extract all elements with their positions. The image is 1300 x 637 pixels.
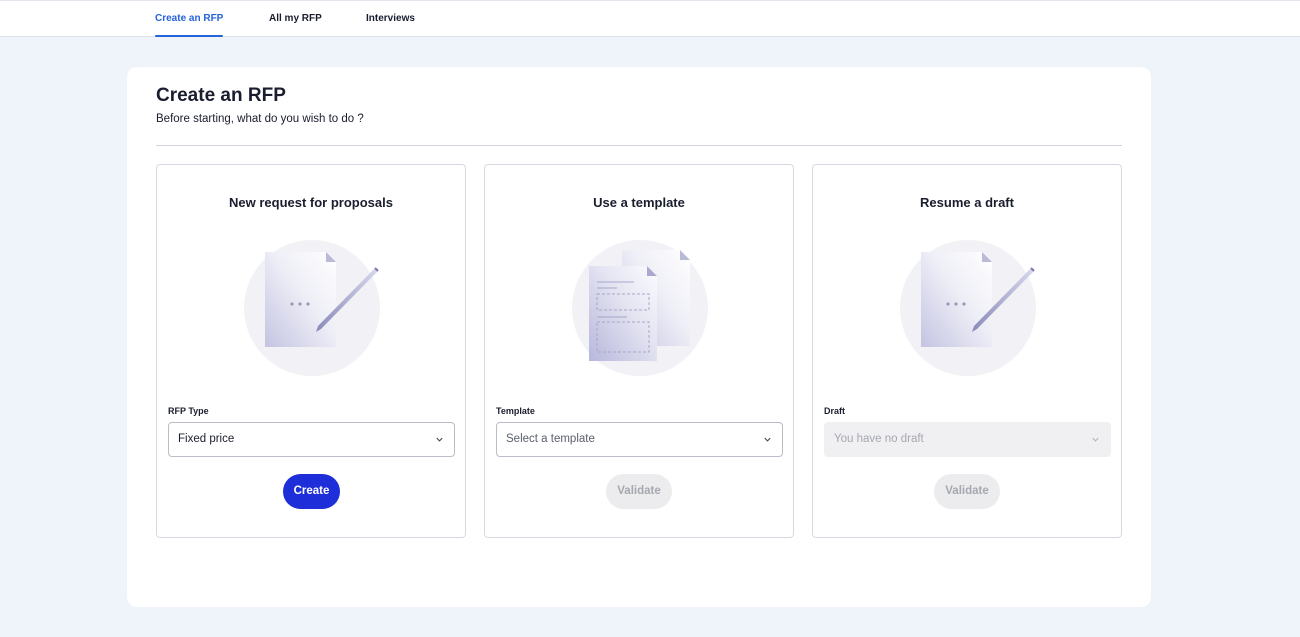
template-select[interactable]: Select a template [496,422,783,457]
draft-label: Draft [824,406,846,416]
rfp-type-select[interactable]: Fixed price [168,422,455,457]
stacked-templates-illustration [572,240,708,376]
tab-create-rfp[interactable]: Create an RFP [155,1,224,37]
divider [156,145,1122,146]
chevron-down-icon [1092,437,1099,442]
template-placeholder: Select a template [506,433,595,445]
option-title: Use a template [593,195,685,210]
tab-interviews[interactable]: Interviews [366,1,415,37]
chevron-down-icon [764,437,771,442]
draft-placeholder: You have no draft [834,433,924,445]
rfp-type-value: Fixed price [178,433,235,445]
option-title: Resume a draft [920,195,1014,210]
tab-all-my-rfp[interactable]: All my RFP [269,1,322,37]
option-new-rfp: New request for proposals RFP Type Fixed… [156,164,466,538]
draft-select[interactable]: You have no draft [824,422,1111,457]
create-button[interactable]: Create [283,474,340,509]
page-title: Create an RFP [156,85,286,106]
top-navigation: Create an RFP All my RFP Interviews [0,0,1300,37]
option-use-template: Use a template Template Select a templat… [484,164,794,538]
option-resume-draft: Resume a draft Draft You have no draft V… [812,164,1122,538]
chevron-down-icon [436,437,443,442]
document-with-pen-illustration [900,240,1036,376]
option-title: New request for proposals [229,195,393,210]
document-with-pen-illustration [244,240,380,376]
rfp-type-label: RFP Type [168,406,209,416]
page-subtitle: Before starting, what do you wish to do … [156,113,364,125]
validate-draft-button[interactable]: Validate [934,474,1000,509]
validate-template-button[interactable]: Validate [606,474,672,509]
main-card: Create an RFP Before starting, what do y… [127,67,1151,607]
template-label: Template [496,406,535,416]
